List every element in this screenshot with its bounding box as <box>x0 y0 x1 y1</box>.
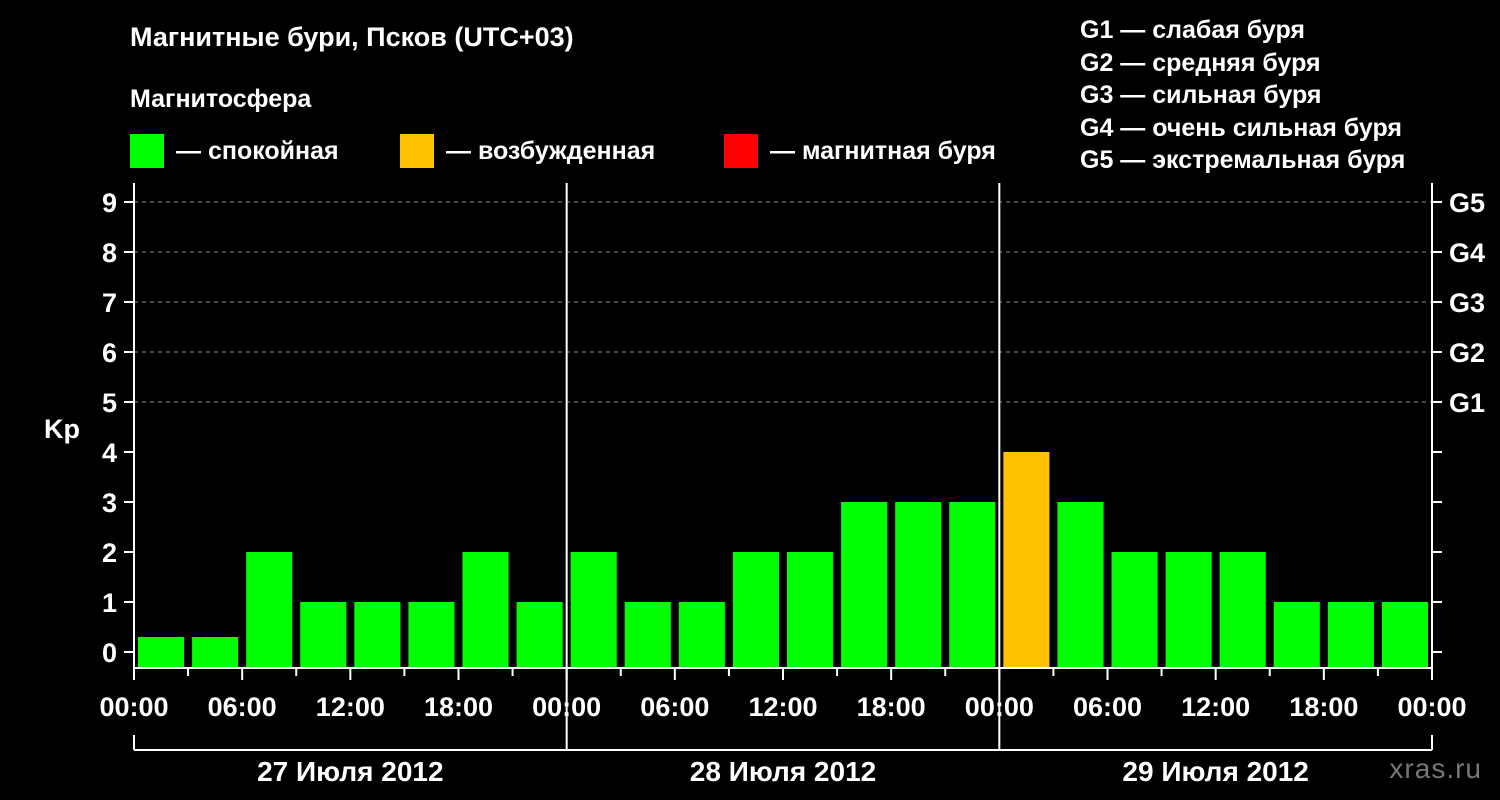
y-tick-label: 6 <box>102 338 117 368</box>
kp-bar <box>462 552 509 668</box>
kp-bar-chart: 0 1 2 3 4 5 6 7 8 9 G1 G2 G3 G4 G5 Kp 00:00 06:00 12:00 18:… <box>44 183 1485 787</box>
kp-bar <box>1165 552 1212 668</box>
y-tick-label: 2 <box>102 538 117 568</box>
g-axis-label: G5 <box>1449 188 1485 218</box>
kp-bar <box>1003 452 1050 668</box>
y-tick-label: 7 <box>102 288 117 318</box>
x-tick-label: 12:00 <box>316 692 385 722</box>
kp-bar <box>1273 602 1320 668</box>
watermark: xras.ru <box>1389 753 1482 784</box>
y-axis-label: Kp <box>44 414 80 444</box>
g-axis-label: G1 <box>1449 388 1485 418</box>
kp-bar <box>895 502 942 668</box>
kp-bar <box>678 602 725 668</box>
g-axis-label: G4 <box>1449 238 1485 268</box>
kp-bar <box>300 602 347 668</box>
g-axis-label: G2 <box>1449 338 1485 368</box>
x-tick-label: 12:00 <box>1181 692 1250 722</box>
day-label: 29 Июля 2012 <box>1122 756 1308 787</box>
x-tick-label: 18:00 <box>424 692 493 722</box>
x-tick-label: 00:00 <box>99 692 168 722</box>
y-tick-label: 1 <box>102 588 117 618</box>
kp-bar <box>1219 552 1266 668</box>
y-tick-label: 0 <box>102 638 117 668</box>
x-tick-label: 00:00 <box>965 692 1034 722</box>
kp-bar <box>841 502 888 668</box>
day-label: 28 Июля 2012 <box>690 756 876 787</box>
y-tick-label: 3 <box>102 488 117 518</box>
kp-bar <box>1327 602 1374 668</box>
y-tick-label: 5 <box>102 388 117 418</box>
kp-bar <box>732 552 779 668</box>
kp-bar <box>1381 602 1428 668</box>
x-tick-label: 18:00 <box>857 692 926 722</box>
kp-bar <box>787 552 834 668</box>
y-tick-label: 9 <box>102 188 117 218</box>
kp-bar <box>624 602 671 668</box>
kp-bar <box>408 602 455 668</box>
kp-bar <box>354 602 401 668</box>
x-tick-label: 00:00 <box>1397 692 1466 722</box>
kp-bar <box>138 637 185 668</box>
kp-bar <box>192 637 239 668</box>
x-tick-label: 06:00 <box>640 692 709 722</box>
x-tick-label: 06:00 <box>1073 692 1142 722</box>
kp-bar <box>516 602 563 668</box>
day-label: 27 Июля 2012 <box>257 756 443 787</box>
y-tick-label: 8 <box>102 238 117 268</box>
x-tick-label: 00:00 <box>532 692 601 722</box>
kp-bar <box>246 552 293 668</box>
kp-bar <box>570 552 617 668</box>
kp-bar <box>949 502 996 668</box>
x-tick-label: 06:00 <box>208 692 277 722</box>
kp-bar <box>1057 502 1104 668</box>
y-tick-label: 4 <box>102 438 117 468</box>
kp-bar <box>1111 552 1158 668</box>
x-tick-label: 18:00 <box>1289 692 1358 722</box>
g-axis-label: G3 <box>1449 288 1485 318</box>
x-tick-label: 12:00 <box>748 692 817 722</box>
